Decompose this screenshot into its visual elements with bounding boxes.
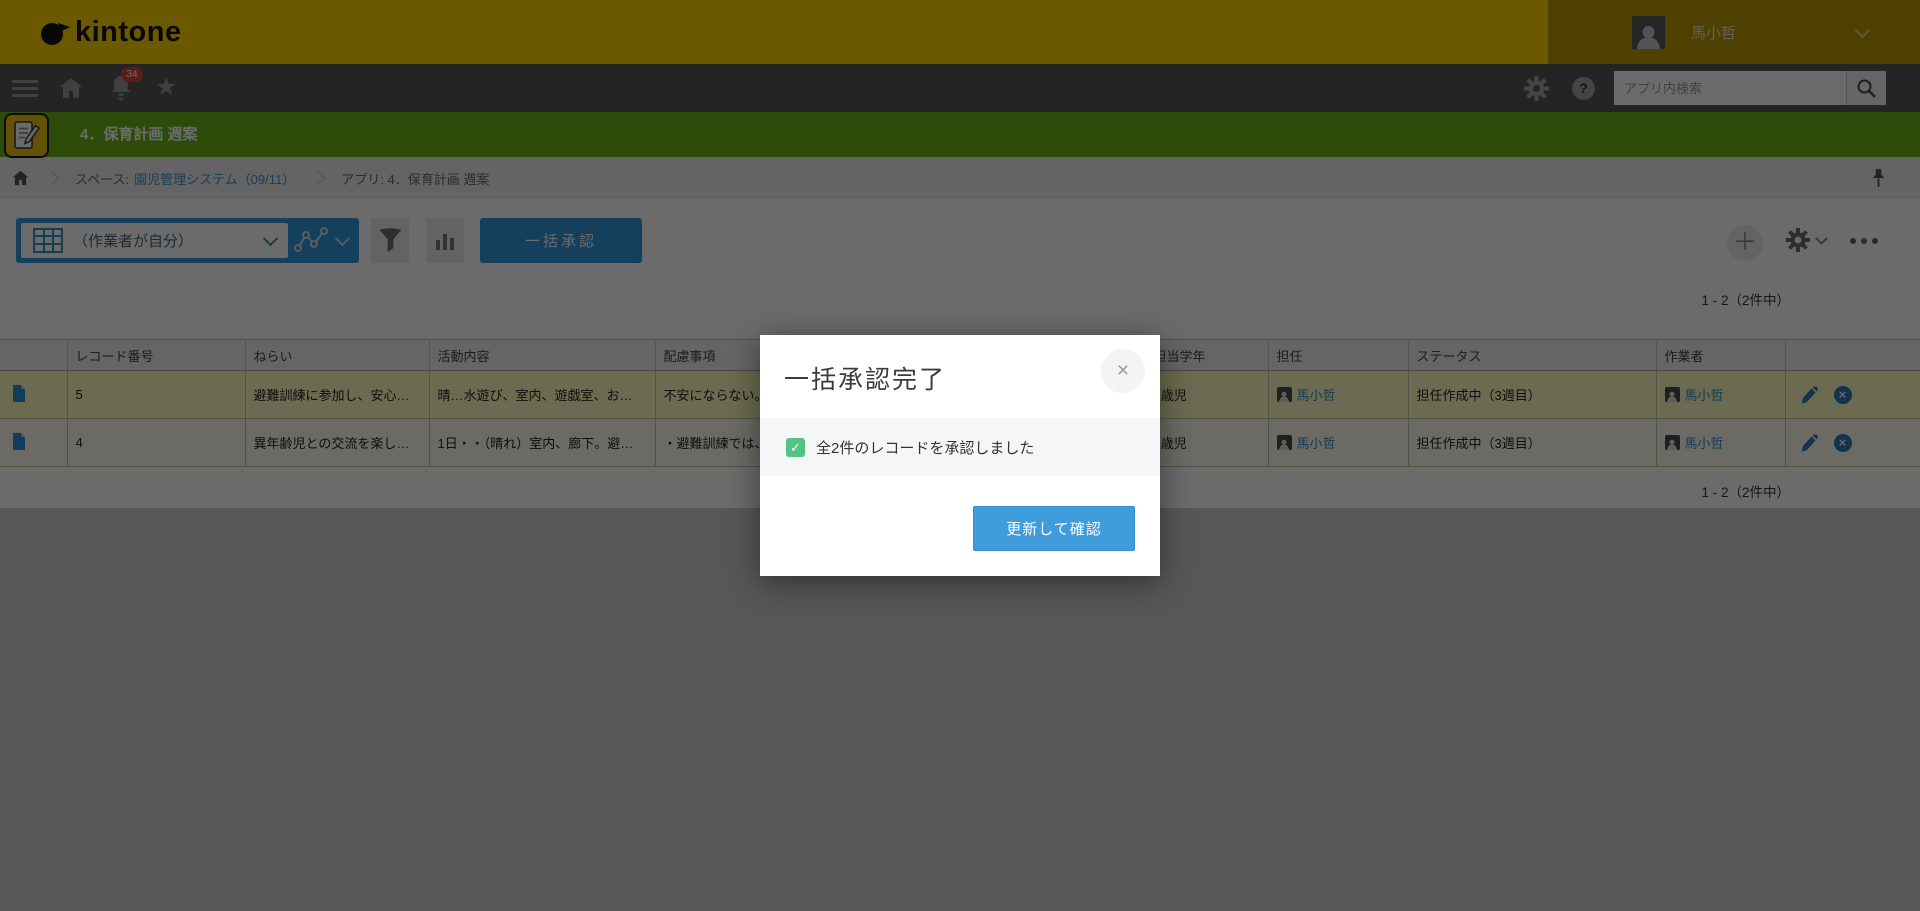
modal-footer: 更新して確認 [760, 476, 1160, 576]
modal-title: 一括承認完了 [784, 360, 946, 396]
modal-header: 一括承認完了 × [760, 335, 1160, 418]
modal-message: 全2件のレコードを承認しました [816, 437, 1034, 458]
refresh-confirm-button[interactable]: 更新して確認 [973, 506, 1135, 551]
kintone-record-list-screen: kintone 馬小哲 34 ★ [0, 0, 1920, 911]
close-icon[interactable]: × [1101, 349, 1145, 393]
success-check-icon: ✓ [786, 438, 805, 457]
modal-message-strip: ✓ 全2件のレコードを承認しました [760, 418, 1160, 476]
bulk-approval-complete-modal: 一括承認完了 × ✓ 全2件のレコードを承認しました 更新して確認 [760, 335, 1160, 576]
